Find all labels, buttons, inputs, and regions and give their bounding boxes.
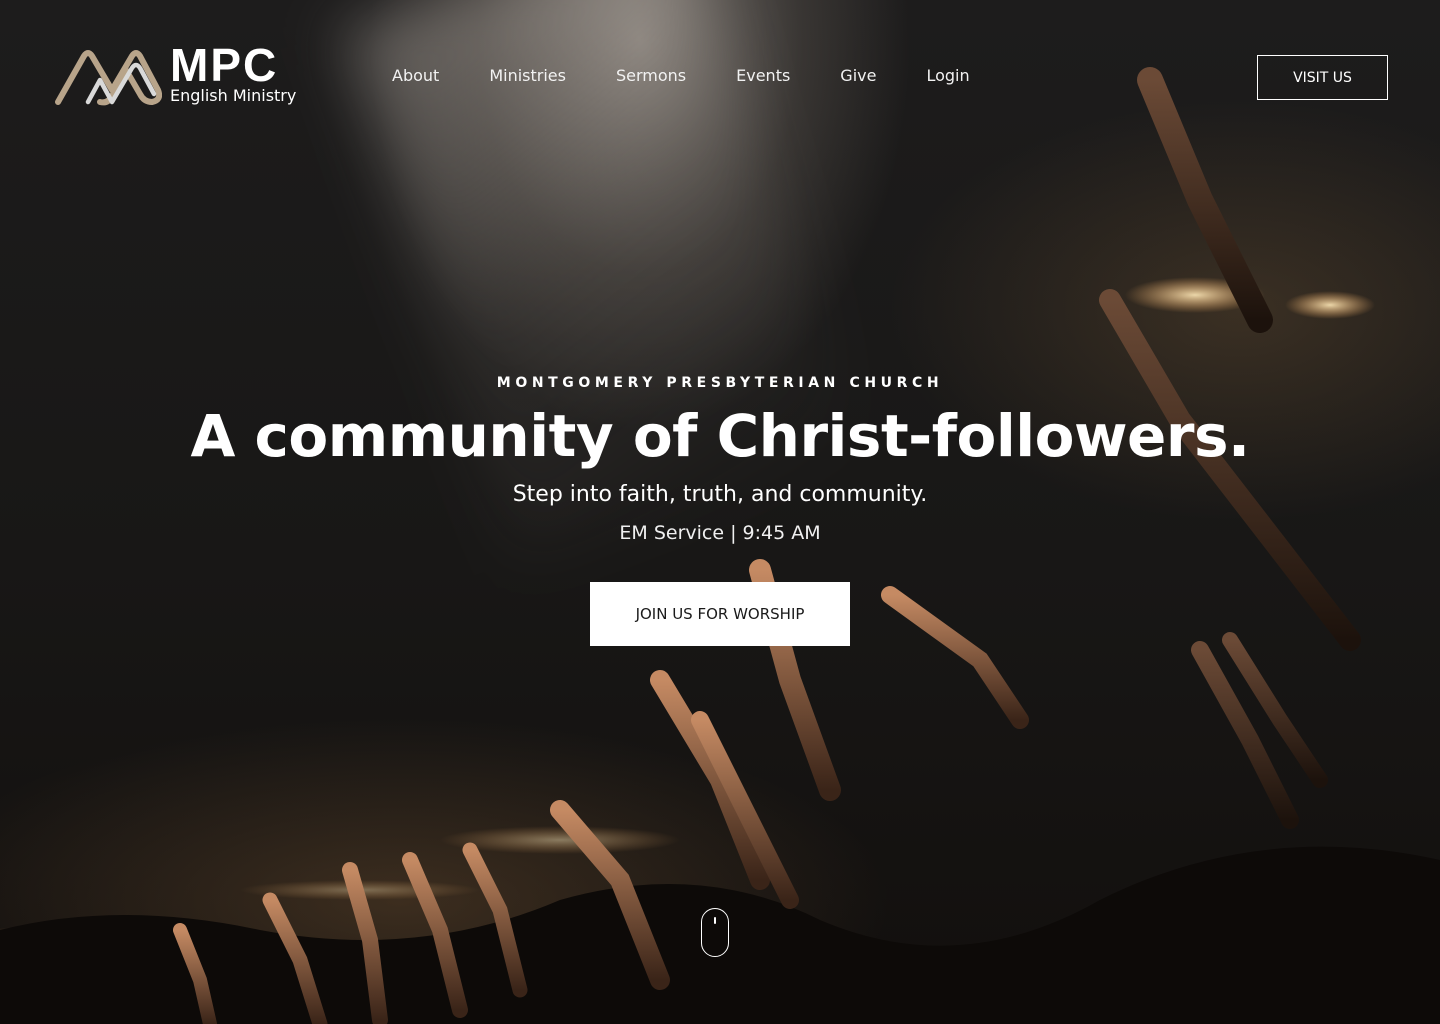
church-name: MONTGOMERY PRESBYTERIAN CHURCH	[496, 375, 944, 391]
hero-section: MPC English Ministry About Ministries Se…	[0, 0, 1440, 1024]
mouse-scroll-icon[interactable]	[701, 908, 729, 957]
service-time: EM Service | 9:45 AM	[619, 522, 821, 544]
hero-headline: A community of Christ-followers.	[190, 402, 1250, 470]
hero-content: MONTGOMERY PRESBYTERIAN CHURCH A communi…	[0, 0, 1440, 1024]
join-worship-button[interactable]: JOIN US FOR WORSHIP	[590, 582, 850, 646]
scroll-wheel-dot	[714, 917, 716, 924]
hero-tagline: Step into faith, truth, and community.	[512, 482, 928, 507]
